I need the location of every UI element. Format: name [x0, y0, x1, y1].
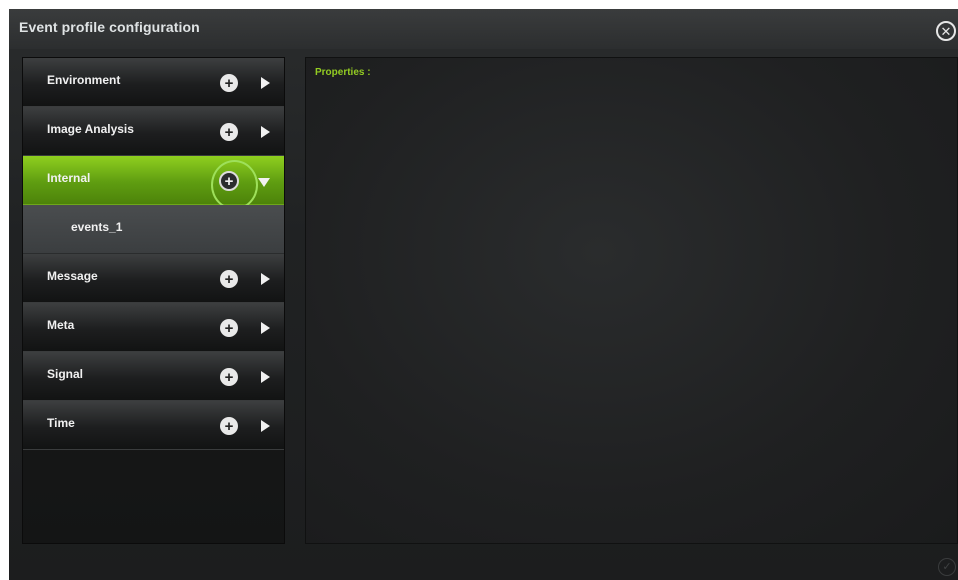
event-category-list: Environment + Image Analysis + Internal … [22, 57, 285, 544]
category-label: Time [47, 416, 75, 430]
category-time[interactable]: Time + [23, 401, 284, 450]
properties-panel: Properties : [305, 57, 958, 544]
plus-icon[interactable]: + [220, 368, 238, 386]
triangle-right-icon[interactable] [261, 322, 270, 334]
category-label: Internal [47, 171, 91, 185]
event-item-label: events_1 [71, 220, 123, 234]
triangle-right-icon[interactable] [261, 126, 270, 138]
checkmark-icon[interactable]: ✓ [938, 558, 956, 576]
category-environment[interactable]: Environment + [23, 58, 284, 107]
plus-icon[interactable]: + [220, 417, 238, 435]
category-label: Signal [47, 367, 84, 381]
event-profile-dialog: Event profile configuration ✕ Environmen… [9, 9, 958, 580]
triangle-right-icon[interactable] [261, 371, 270, 383]
category-image-analysis[interactable]: Image Analysis + [23, 107, 284, 156]
triangle-right-icon[interactable] [261, 273, 270, 285]
event-item-events-1[interactable]: events_1 [23, 205, 284, 254]
dialog-title: Event profile configuration [19, 19, 200, 35]
category-label: Message [47, 269, 98, 283]
plus-icon[interactable]: + [220, 270, 238, 288]
category-label: Environment [47, 73, 121, 87]
plus-icon[interactable]: + [220, 74, 238, 92]
plus-icon[interactable]: + [220, 123, 238, 141]
plus-icon[interactable]: + [219, 171, 239, 191]
category-meta[interactable]: Meta + [23, 303, 284, 352]
category-internal[interactable]: Internal + [23, 156, 284, 210]
category-label: Meta [47, 318, 75, 332]
title-bar: Event profile configuration ✕ [9, 9, 958, 49]
triangle-right-icon[interactable] [261, 420, 270, 432]
close-icon[interactable]: ✕ [936, 21, 956, 41]
category-label: Image Analysis [47, 122, 134, 136]
triangle-down-icon[interactable] [258, 178, 270, 187]
properties-label: Properties : [315, 67, 371, 78]
category-message[interactable]: Message + [23, 254, 284, 303]
plus-icon[interactable]: + [220, 319, 238, 337]
category-signal[interactable]: Signal + [23, 352, 284, 401]
triangle-right-icon[interactable] [261, 77, 270, 89]
